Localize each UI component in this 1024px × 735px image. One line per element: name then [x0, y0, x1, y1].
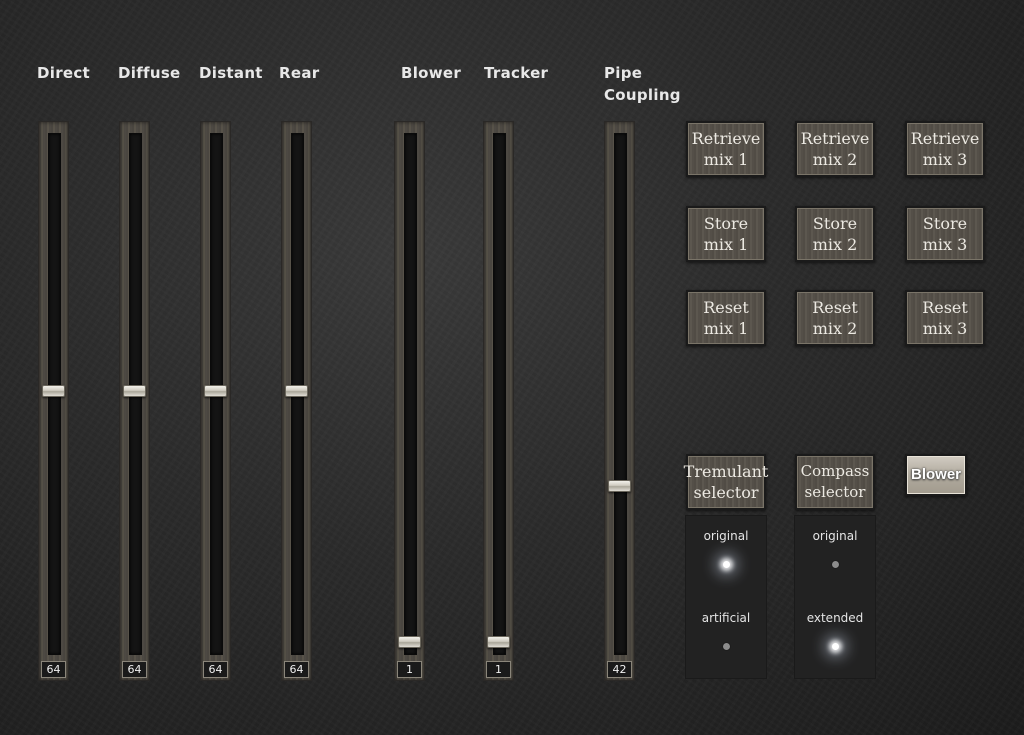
fader-track	[493, 133, 506, 655]
button-label: mix 3	[922, 150, 968, 169]
compass-original-led-icon[interactable]	[831, 561, 839, 568]
store-mix-1-button[interactable]: Store mix 1	[686, 206, 766, 262]
button-label: mix 3	[922, 319, 968, 338]
slider-label-pipe-coupling: Pipe Coupling	[604, 62, 681, 106]
button-label: mix 1	[703, 235, 749, 254]
store-mix-3-button[interactable]: Store mix 3	[905, 206, 985, 262]
fader-knob-rear[interactable]	[285, 385, 308, 397]
fader-value-blower: 1	[397, 661, 422, 678]
slider-label-tracker: Tracker	[484, 64, 549, 82]
button-label: Compass	[800, 462, 870, 480]
button-label: mix 2	[812, 319, 858, 338]
slider-label-rear: Rear	[279, 64, 320, 82]
button-label: Retrieve	[800, 129, 870, 148]
fader-value-tracker: 1	[486, 661, 511, 678]
tremulant-selector-button[interactable]: Tremulant selector	[683, 454, 769, 510]
fader-direct[interactable]: 64	[38, 121, 69, 681]
compass-option-original-label: original	[812, 529, 858, 543]
button-label: Retrieve	[910, 129, 980, 148]
button-label: Retrieve	[691, 129, 761, 148]
slider-label-pipe-coupling-line2: Coupling	[604, 86, 681, 104]
slider-label-direct: Direct	[37, 64, 91, 82]
button-label: mix 1	[703, 150, 749, 169]
store-mix-2-button[interactable]: Store mix 2	[795, 206, 875, 262]
fader-knob-pipe-coupling[interactable]	[608, 480, 631, 493]
fader-blower[interactable]: 1	[394, 121, 425, 681]
fader-knob-diffuse[interactable]	[123, 385, 146, 397]
tremulant-artificial-led-icon[interactable]	[722, 643, 730, 650]
fader-value-diffuse: 64	[122, 661, 147, 678]
fader-value-rear: 64	[284, 661, 309, 678]
fader-pipe-coupling[interactable]: 42	[604, 121, 635, 681]
fader-knob-distant[interactable]	[204, 385, 227, 397]
button-label: Reset	[812, 298, 858, 317]
button-label: Store	[922, 214, 968, 233]
button-label: selector	[693, 483, 759, 502]
compass-options-panel: original extended	[794, 515, 876, 679]
fader-track	[404, 133, 417, 655]
slider-label-blower: Blower	[401, 64, 462, 82]
retrieve-mix-2-button[interactable]: Retrieve mix 2	[795, 121, 875, 177]
fader-knob-tracker[interactable]	[487, 636, 510, 648]
fader-diffuse[interactable]: 64	[119, 121, 150, 681]
compass-selector-button[interactable]: Compass selector	[795, 454, 875, 510]
slider-label-pipe-coupling-line1: Pipe	[604, 64, 643, 82]
button-label: Tremulant	[683, 462, 769, 481]
fader-knob-blower[interactable]	[398, 636, 421, 648]
button-label: mix 3	[922, 235, 968, 254]
retrieve-mix-1-button[interactable]: Retrieve mix 1	[686, 121, 766, 177]
button-label: mix 2	[812, 150, 858, 169]
button-label: Store	[703, 214, 749, 233]
slider-label-diffuse: Diffuse	[118, 64, 181, 82]
fader-rear[interactable]: 64	[281, 121, 312, 681]
button-label: Store	[812, 214, 858, 233]
fader-value-pipe-coupling: 42	[607, 661, 632, 678]
tremulant-option-original-label: original	[703, 529, 749, 543]
button-label: Reset	[922, 298, 968, 317]
fader-distant[interactable]: 64	[200, 121, 231, 681]
tremulant-options-panel: original artificial	[685, 515, 767, 679]
tremulant-option-artificial-label: artificial	[701, 611, 751, 625]
button-label: Reset	[703, 298, 749, 317]
fader-value-distant: 64	[203, 661, 228, 678]
slider-label-distant: Distant	[199, 64, 263, 82]
button-label: selector	[804, 483, 866, 501]
compass-option-extended-label: extended	[806, 611, 864, 625]
retrieve-mix-3-button[interactable]: Retrieve mix 3	[905, 121, 985, 177]
fader-value-direct: 64	[41, 661, 66, 678]
reset-mix-3-button[interactable]: Reset mix 3	[905, 290, 985, 346]
compass-extended-led-icon[interactable]	[831, 643, 839, 650]
reset-mix-2-button[interactable]: Reset mix 2	[795, 290, 875, 346]
reset-mix-1-button[interactable]: Reset mix 1	[686, 290, 766, 346]
tremulant-original-led-icon[interactable]	[722, 561, 730, 568]
button-label: mix 2	[812, 235, 858, 254]
button-label: mix 1	[703, 319, 749, 338]
fader-track	[614, 133, 627, 655]
fader-tracker[interactable]: 1	[483, 121, 514, 681]
fader-knob-direct[interactable]	[42, 385, 65, 397]
blower-toggle-button[interactable]: Blower	[905, 454, 967, 496]
